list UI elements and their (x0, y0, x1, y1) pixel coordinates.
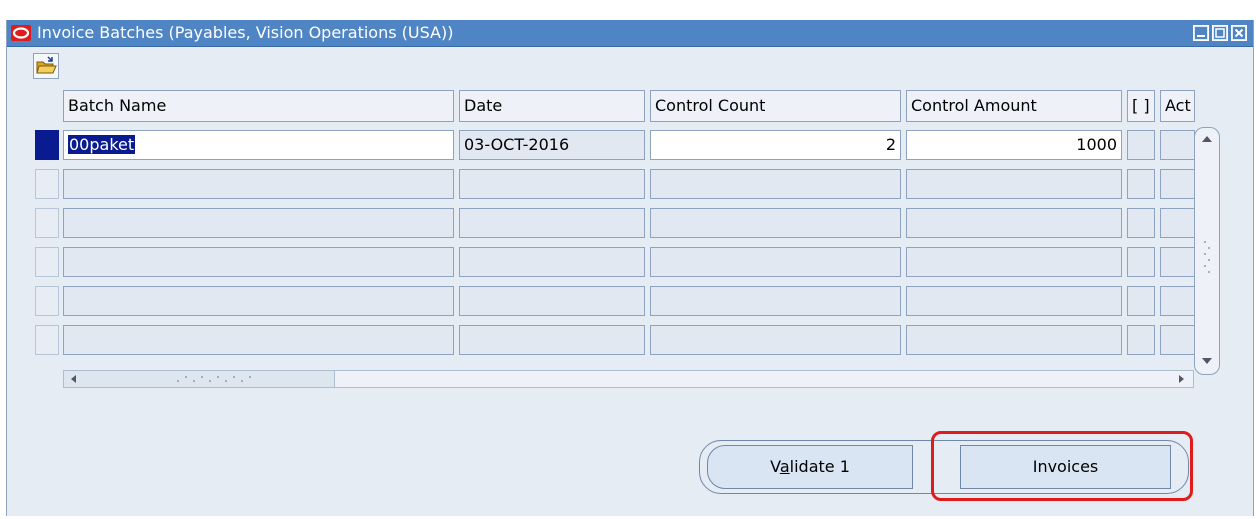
batch-name-cell[interactable] (63, 247, 454, 277)
date-cell[interactable]: 03-OCT-2016 (459, 130, 645, 160)
control-amount-cell[interactable] (906, 247, 1122, 277)
actual-cell[interactable] (1160, 247, 1195, 277)
control-count-cell[interactable]: 2 (650, 130, 901, 160)
horizontal-scrollbar[interactable] (63, 370, 1194, 388)
row-indicator[interactable] (35, 325, 59, 355)
date-cell[interactable] (459, 247, 645, 277)
actual-cell[interactable] (1160, 130, 1195, 160)
folder-open-icon (36, 56, 57, 74)
invoices-highlight-box (931, 431, 1193, 501)
control-amount-cell[interactable] (906, 208, 1122, 238)
window-title: Invoice Batches (Payables, Vision Operat… (37, 23, 454, 42)
title-bar: Invoice Batches (Payables, Vision Operat… (7, 20, 1253, 47)
flexfield-cell[interactable] (1127, 169, 1155, 199)
flexfield-cell[interactable] (1127, 325, 1155, 355)
flexfield-cell[interactable] (1127, 286, 1155, 316)
flexfield-cell[interactable] (1127, 208, 1155, 238)
header-control-amount[interactable]: Control Amount (906, 90, 1122, 122)
batch-name-cell[interactable]: 00paket (63, 130, 454, 160)
maximize-button[interactable] (1212, 25, 1228, 41)
scroll-left-icon[interactable] (70, 374, 78, 384)
flexfield-cell[interactable] (1127, 247, 1155, 277)
scroll-grip-icon[interactable] (1203, 238, 1211, 278)
control-count-cell[interactable] (650, 325, 901, 355)
header-date[interactable]: Date (459, 90, 645, 122)
header-actual[interactable]: Act (1160, 90, 1195, 122)
oracle-logo-icon (11, 25, 31, 41)
control-amount-cell[interactable] (906, 286, 1122, 316)
row-indicator-selected[interactable] (35, 130, 59, 160)
open-folder-button[interactable] (33, 53, 59, 79)
vertical-scrollbar[interactable] (1194, 127, 1220, 375)
minimize-icon (1195, 27, 1207, 39)
actual-cell[interactable] (1160, 169, 1195, 199)
date-cell[interactable] (459, 325, 645, 355)
row-indicator[interactable] (35, 247, 59, 277)
row-indicator[interactable] (35, 169, 59, 199)
header-batch-name[interactable]: Batch Name (63, 90, 454, 122)
close-button[interactable] (1231, 25, 1247, 41)
control-amount-cell[interactable] (906, 325, 1122, 355)
date-cell[interactable] (459, 286, 645, 316)
control-amount-cell[interactable] (906, 169, 1122, 199)
date-cell[interactable] (459, 208, 645, 238)
invoice-batches-window: Invoice Batches (Payables, Vision Operat… (6, 20, 1254, 516)
close-icon (1233, 27, 1245, 39)
batch-name-cell[interactable] (63, 325, 454, 355)
control-count-cell[interactable] (650, 169, 901, 199)
date-cell[interactable] (459, 169, 645, 199)
control-count-cell[interactable] (650, 247, 901, 277)
header-control-count[interactable]: Control Count (650, 90, 901, 122)
row-indicator[interactable] (35, 208, 59, 238)
flexfield-cell[interactable] (1127, 130, 1155, 160)
actual-cell[interactable] (1160, 325, 1195, 355)
header-flexfield[interactable]: [ ] (1127, 90, 1155, 122)
maximize-icon (1214, 27, 1226, 39)
batch-name-cell[interactable] (63, 286, 454, 316)
batch-name-value: 00paket (68, 135, 136, 154)
actual-cell[interactable] (1160, 208, 1195, 238)
scroll-up-icon[interactable] (1201, 134, 1213, 144)
actual-cell[interactable] (1160, 286, 1195, 316)
scroll-grip-icon (177, 376, 251, 382)
scroll-right-icon[interactable] (1177, 374, 1185, 384)
scroll-down-icon[interactable] (1201, 356, 1213, 366)
control-count-cell[interactable] (650, 286, 901, 316)
batch-name-cell[interactable] (63, 169, 454, 199)
control-amount-cell[interactable]: 1000 (906, 130, 1122, 160)
minimize-button[interactable] (1193, 25, 1209, 41)
validate-button[interactable]: Validate 1 (707, 445, 913, 489)
horizontal-scroll-thumb[interactable] (64, 371, 335, 387)
batch-name-cell[interactable] (63, 208, 454, 238)
row-indicator[interactable] (35, 286, 59, 316)
control-count-cell[interactable] (650, 208, 901, 238)
